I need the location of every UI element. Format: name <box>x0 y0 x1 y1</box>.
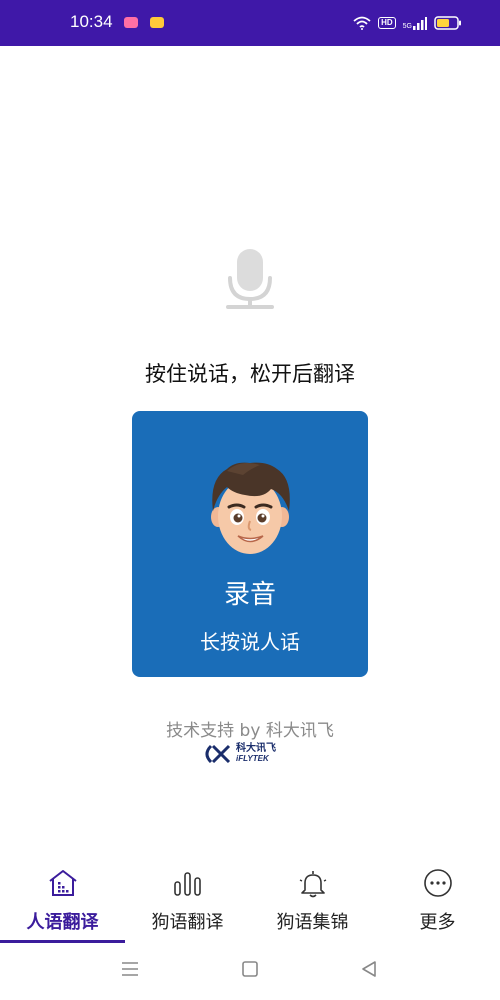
tab-dog-collection[interactable]: 狗语集锦 <box>250 858 375 946</box>
home-icon <box>49 870 77 896</box>
battery-icon <box>434 16 461 30</box>
tab-label: 狗语翻译 <box>151 912 224 933</box>
tab-label: 人语翻译 <box>26 912 99 933</box>
signal-icon: 5G <box>402 16 427 30</box>
status-bar: 10:34 HD 5G <box>0 0 500 46</box>
wifi-icon <box>353 16 371 30</box>
tech-support-text: 技术支持 by 科大讯飞 <box>166 721 334 741</box>
tab-label: 更多 <box>419 912 456 933</box>
system-nav-bar <box>0 946 500 1000</box>
record-button[interactable]: 录音 长按说人话 <box>132 411 368 677</box>
iflytek-logo: 科大讯飞 iFLYTEK <box>203 744 276 764</box>
status-time: 10:34 <box>70 12 113 31</box>
home-square-icon[interactable] <box>241 961 259 977</box>
microphone-icon <box>226 249 274 309</box>
boy-avatar-icon <box>211 462 290 554</box>
bottom-nav: 人语翻译 狗语翻译 狗语集锦 更多 <box>0 858 500 946</box>
menu-icon[interactable] <box>121 961 139 977</box>
bars-icon <box>174 872 201 896</box>
record-title: 录音 <box>223 580 276 610</box>
notification-app-icon <box>124 17 138 28</box>
hd-badge: HD <box>378 17 396 29</box>
record-subtitle: 长按说人话 <box>200 630 300 654</box>
tab-human-translate[interactable]: 人语翻译 <box>0 858 125 946</box>
active-tab-indicator <box>0 940 125 943</box>
network-type: 5G <box>402 22 412 30</box>
instruction-text: 按住说话，松开后翻译 <box>145 362 355 386</box>
more-icon <box>424 869 452 897</box>
status-indicators: HD 5G <box>353 16 462 30</box>
tab-dog-translate[interactable]: 狗语翻译 <box>125 858 250 946</box>
notification-mail-icon <box>150 17 164 28</box>
tab-label: 狗语集锦 <box>276 912 349 933</box>
bell-icon <box>299 871 327 898</box>
brand-name-en: iFLYTEK <box>236 754 269 763</box>
tab-more[interactable]: 更多 <box>375 858 500 946</box>
back-icon[interactable] <box>360 961 378 977</box>
iflytek-mark-icon <box>205 744 231 764</box>
brand-name-cn: 科大讯飞 <box>236 743 276 754</box>
